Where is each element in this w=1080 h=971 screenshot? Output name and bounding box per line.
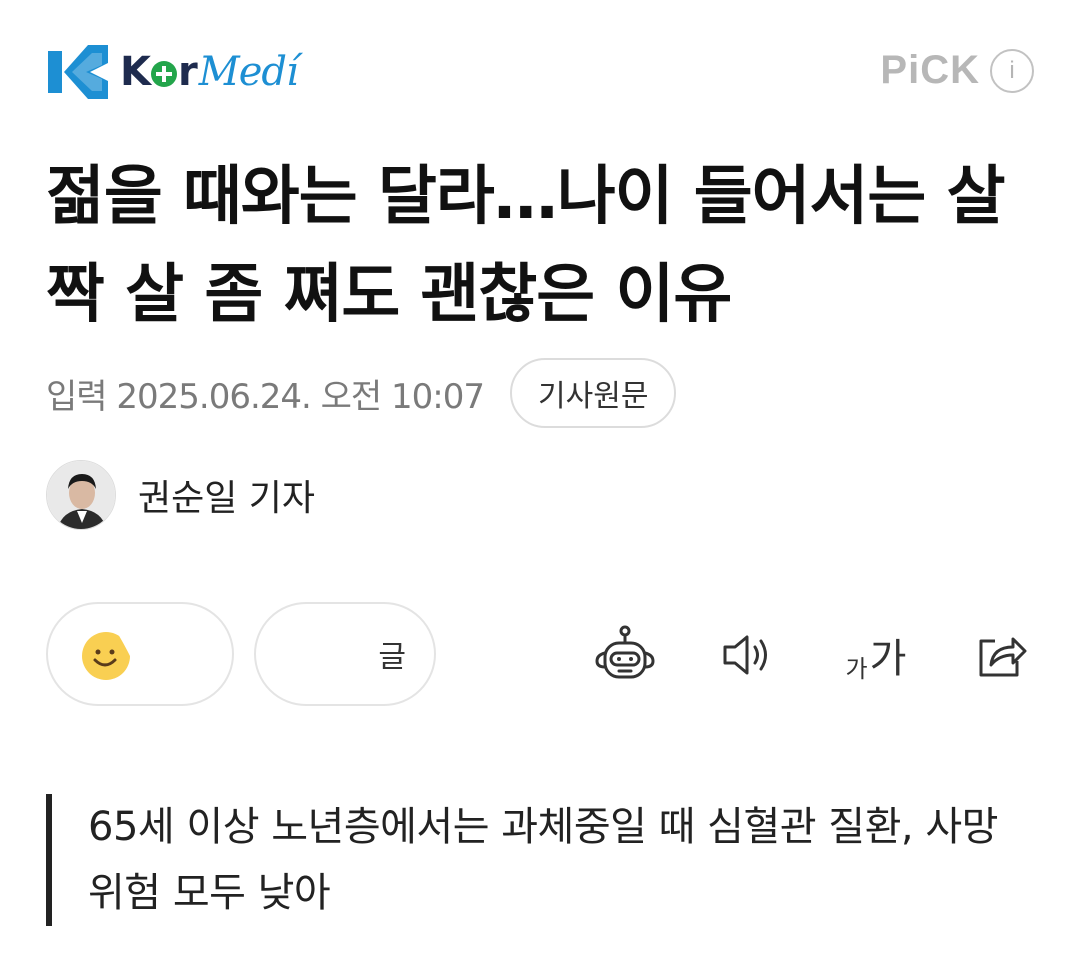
font-size-large: 가 [869,636,907,682]
reporter-name: 권순일 기자 [138,478,316,519]
info-icon[interactable]: i [990,48,1034,93]
reporter-avatar [46,460,116,530]
kormedi-wordmark: K r Medí [120,49,299,95]
article-meta: 입력 2025.06.24. 오전 10:07 기사원문 [46,358,677,428]
published-date: 입력 2025.06.24. 오전 10:07 [46,376,485,417]
share-icon [979,637,1027,677]
font-size-icon: 가가 [846,626,907,684]
font-size-small: 가 [845,655,868,683]
logo-plus-icon [151,61,177,87]
logo-letter-r: r [178,49,198,95]
logo-medi: Medí [198,49,299,95]
text-to-speech-button[interactable] [712,620,782,690]
article-summary: 65세 이상 노년층에서는 과체중일 때 심혈관 질환, 사망 위험 모두 낮아 [46,794,1036,926]
speaker-icon [723,635,767,675]
summary-text: 65세 이상 노년층에서는 과체중일 때 심혈관 질환, 사망 위험 모두 낮아 [88,804,998,916]
original-article-button[interactable]: 기사원문 [510,358,677,428]
pick-badge[interactable]: PiCK i [880,48,1034,93]
kormedi-logo-mark [48,45,108,99]
robot-icon [595,625,655,679]
ai-summary-button[interactable] [590,620,660,690]
reporter-photo-icon [47,461,115,529]
font-size-button[interactable]: 가가 [836,620,916,690]
article-toolbar: 가가 [0,620,1080,690]
article-headline: 젊을 때와는 달라…나이 들어서는 살짝 살 좀 쪄도 괜찮은 이유 [46,160,1005,332]
reporter-info[interactable]: 권순일 기자 [46,460,315,530]
kormedi-logo[interactable]: K r Medí [48,40,299,104]
pick-label: PiCK [880,48,980,92]
share-button[interactable] [966,620,1036,690]
logo-letter-k: K [120,49,151,95]
